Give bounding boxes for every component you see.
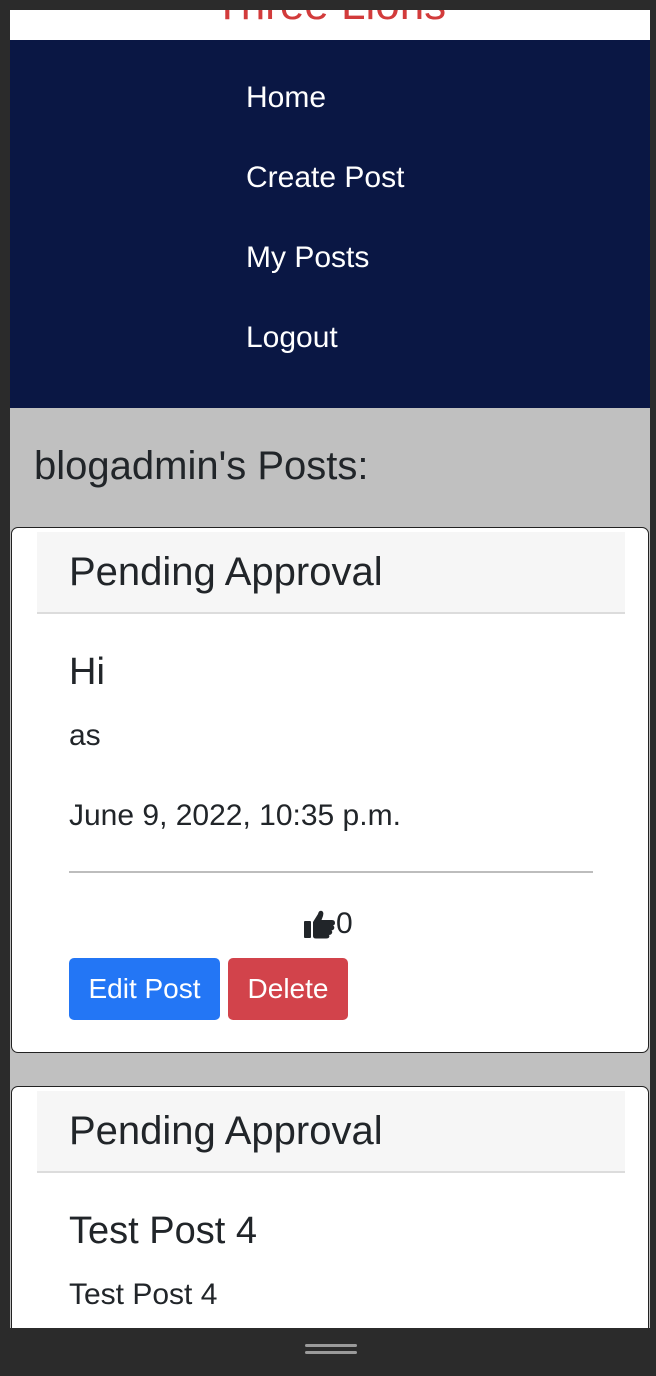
nav-item-logout[interactable]: Logout — [246, 320, 338, 356]
card-header: Pending Approval — [37, 1091, 625, 1173]
site-brand[interactable]: Three Lions — [10, 10, 650, 30]
post-card: Pending Approval Test Post 4 Test Post 4 — [11, 1086, 649, 1328]
bottom-toolbar — [0, 1328, 656, 1376]
like-counter: 0 — [304, 906, 353, 942]
grab-handle-icon[interactable] — [305, 1344, 357, 1356]
post-date: June 9, 2022, 10:35 p.m. — [69, 799, 401, 832]
post-body: as — [69, 719, 101, 752]
browser-frame: Three Lions Home Create Post My Posts Lo… — [0, 0, 656, 1376]
page-title: blogadmin's Posts: — [34, 444, 369, 488]
nav-item-my-posts[interactable]: My Posts — [246, 240, 369, 276]
post-card: Pending Approval Hi as June 9, 2022, 10:… — [11, 527, 649, 1053]
edit-post-button[interactable]: Edit Post — [69, 958, 220, 1020]
delete-post-button[interactable]: Delete — [228, 958, 348, 1020]
nav-item-home[interactable]: Home — [246, 80, 326, 116]
post-title: Hi — [69, 651, 105, 693]
card-header: Pending Approval — [37, 532, 625, 614]
status-label: Pending Approval — [69, 550, 383, 594]
nav-item-create-post[interactable]: Create Post — [246, 160, 404, 196]
card-divider — [69, 871, 593, 873]
page-viewport: Three Lions Home Create Post My Posts Lo… — [10, 10, 650, 1328]
post-body: Test Post 4 — [69, 1278, 218, 1311]
thumbs-up-icon[interactable] — [304, 909, 336, 939]
navbar: Home Create Post My Posts Logout — [10, 40, 650, 408]
status-label: Pending Approval — [69, 1109, 383, 1153]
header: Three Lions — [10, 10, 650, 40]
post-title: Test Post 4 — [69, 1210, 257, 1252]
like-count: 0 — [336, 907, 353, 940]
